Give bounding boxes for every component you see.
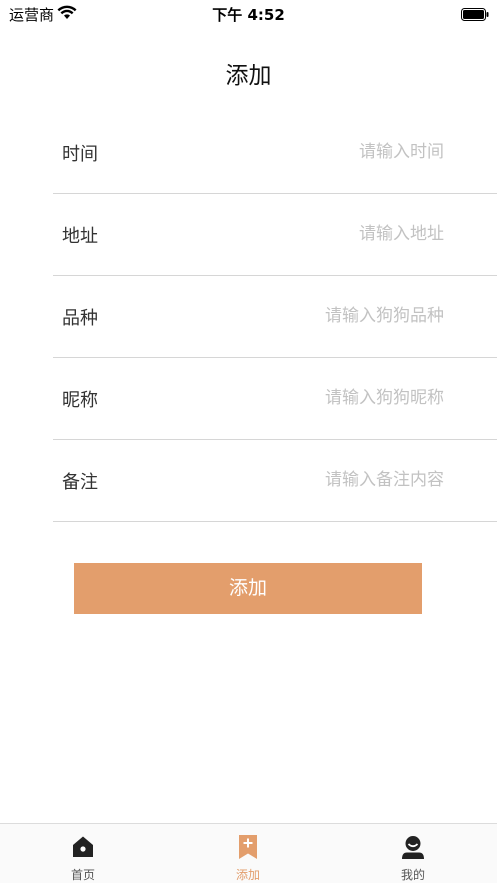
breed-label: 品种 xyxy=(62,308,98,329)
battery-icon xyxy=(461,6,489,25)
time-input[interactable] xyxy=(214,134,444,170)
breed-input[interactable] xyxy=(214,298,444,334)
form-row-time: 时间 xyxy=(53,112,497,194)
tab-bar: 首页 添加 我的 xyxy=(0,823,497,883)
tab-home-label: 首页 xyxy=(70,868,95,882)
user-icon xyxy=(401,835,425,859)
form-row-address: 地址 xyxy=(53,194,497,276)
tab-home[interactable]: 首页 xyxy=(23,824,143,883)
status-time: 下午 4:52 xyxy=(212,6,285,24)
page-title: 添加 xyxy=(225,63,272,89)
add-submit-button[interactable]: 添加 xyxy=(74,563,422,614)
tab-add-label: 添加 xyxy=(235,868,260,882)
add-form: 时间 地址 品种 昵称 备注 xyxy=(0,112,497,522)
nickname-input[interactable] xyxy=(214,380,444,416)
time-label: 时间 xyxy=(62,144,98,165)
tab-mine-label: 我的 xyxy=(400,868,425,882)
home-icon xyxy=(71,835,95,859)
address-input[interactable] xyxy=(214,216,444,252)
tab-mine[interactable]: 我的 xyxy=(353,824,473,883)
nickname-label: 昵称 xyxy=(62,390,98,411)
form-row-nickname: 昵称 xyxy=(53,358,497,440)
form-row-note: 备注 xyxy=(53,440,497,522)
address-label: 地址 xyxy=(62,226,98,247)
form-row-breed: 品种 xyxy=(53,276,497,358)
add-page: 运营商 下午 4:52 添加 时间 地址 xyxy=(0,0,497,883)
tab-add[interactable]: 添加 xyxy=(188,824,308,883)
note-input[interactable] xyxy=(214,462,444,498)
add-bookmark-icon xyxy=(236,835,260,859)
status-bar: 运营商 下午 4:52 xyxy=(0,0,497,26)
note-label: 备注 xyxy=(62,472,98,493)
